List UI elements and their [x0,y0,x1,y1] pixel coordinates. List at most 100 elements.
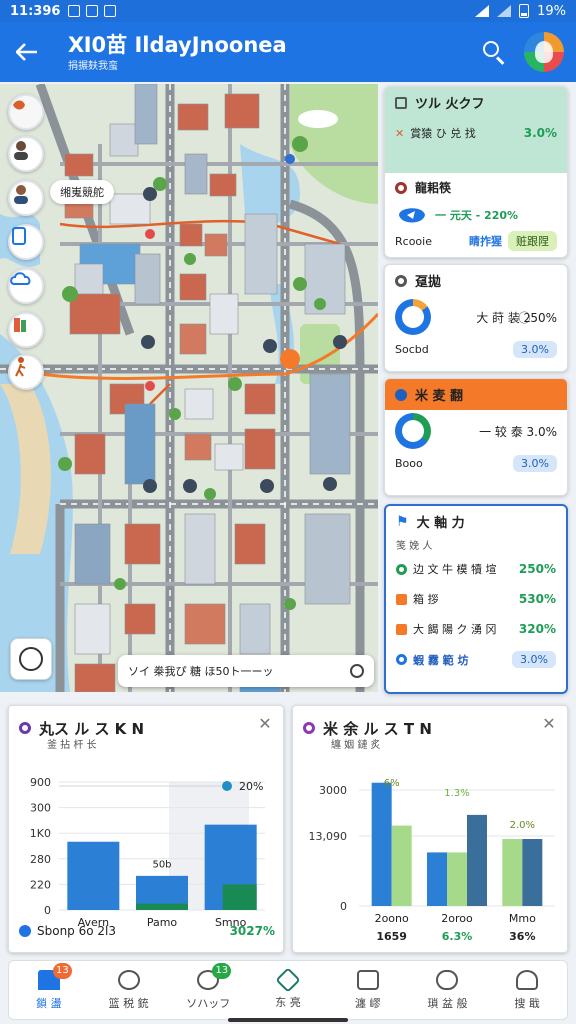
y-tick-label: 0 [340,900,347,913]
stat-card-2-foot-left: Socbd [395,343,429,356]
stat-card-1[interactable]: ツル 火クフ ✕ 賞猿 ひ 兑 找 3.0% 龍耜筷 一 元天 - 220% R… [384,86,568,258]
stat-card-1-title: ツル 火クフ [415,97,485,112]
stat-card-1-item-title: 龍耜筷 [415,181,452,195]
search-icon [483,41,499,57]
y-tick-label: 1K0 [30,827,51,840]
notification-icon [104,5,117,17]
category-value-label: 6.3% [442,930,473,943]
check-circle-icon [396,563,407,575]
circle-icon [396,654,407,665]
stat-card-4-pill[interactable]: 3.0% [512,651,556,668]
stat-card-1-pill[interactable]: 赃跟陧 [508,231,557,251]
cloud-icon [436,969,459,990]
wifi-signal-icon [497,5,512,17]
map-location-label[interactable]: 缃嵬競舵 [50,180,114,204]
city-map[interactable]: 缃嵬競舵 [0,84,378,692]
flag-icon: ⚑ [396,513,409,530]
nav-item-search[interactable]: 篮 税 銃 [89,961,169,1019]
bar [502,839,523,906]
cloud-icon [10,272,31,285]
user-avatar-button-2[interactable] [8,180,44,216]
navigation-icon [275,966,301,993]
nav-item-home[interactable]: 鎖 盪 13 [9,961,89,1019]
stat-card-1-item-row: 龍耜筷 [385,173,567,202]
nav-label: ソハッフ [186,996,231,1010]
stat-card-2-title: 趸拋 [415,275,442,290]
globe-icon [395,388,407,401]
category-value-label: 36% [509,930,535,943]
bar [67,841,120,910]
stat-card-3[interactable]: 米 麦 翻 一 较 泰 3.0% Booo 3.0% [384,378,568,496]
list-icon [395,96,407,109]
nav-item-profile[interactable]: 搜 戢 [487,961,567,1019]
map-search-bar[interactable]: ソイ 桊我ぴ 糖 ほ50ト一ーッ [118,655,374,687]
title-group: Ⅺ0苗 IldayJnoonea 捐搌麸我蛮 [68,33,287,72]
chart-card-right[interactable]: 米 余 ル ス T N 纏 姻 鏈 炙 ✕ 3000 13,090 0 2oono 16… [292,705,568,953]
stat-card-3-pill[interactable]: 3.0% [513,455,557,472]
profile-icon [516,969,539,990]
stat-card-2-pill[interactable]: 3.0% [513,341,557,358]
x-tick-label: Mmo [509,912,536,925]
map-layer-button[interactable] [8,94,44,130]
chart-card-left[interactable]: 丸ス ル ス K N 釜 拈 杆 长 ✕ 900 300 1K0 280 220 0 Ave… [8,705,284,953]
home-indicator [228,1018,348,1022]
map-search-text: ソイ 桊我ぴ 糖 ほ50ト一ーッ [128,665,274,678]
search-button[interactable] [480,38,508,66]
data-label: 1.3% [444,788,469,799]
bar [467,814,487,906]
nav-item-navigate[interactable]: 东 亮 [248,961,328,1019]
stat-card-4-row-2: 箱 拶 530% [386,588,566,610]
avatar[interactable] [524,32,564,72]
y-tick-label: 900 [30,776,51,789]
donut-chart-icon [395,299,431,335]
stat-card-1-title-row: ツル 火クフ [385,87,567,118]
nav-item-cloud[interactable]: 瑣 盆 般 [408,961,488,1019]
close-button[interactable]: ✕ [257,716,273,732]
bar-chart-left: 9003001K02802200Avern Pamo Smno50b20% [30,776,265,929]
bar [222,884,257,910]
bar [136,903,188,910]
stat-card-1-stat: 一 元天 - 220% [435,209,519,222]
stat-card-4-title-row: ⚑ 大 軸 力 [386,506,566,537]
page-subtitle: 捐搌麸我蛮 [68,60,118,72]
recenter-button[interactable] [10,638,52,680]
walk-tool-button[interactable] [8,354,44,390]
cloud-tool-button[interactable] [8,268,44,304]
stat-card-4-row-1: 边 文 牛 模 犢 塇 250% [386,558,566,580]
x-tick-label: 2oroo [441,912,473,925]
nav-item-document[interactable]: 瀍 嵺 [328,961,408,1019]
chart-left-legend-label: Sbonp 6o 2l3 [37,924,117,938]
stat-card-2[interactable]: 趸拋 大 莳 装 2⃝50% Socbd 3.0% [384,264,568,372]
drinks-tool-button[interactable] [8,312,44,348]
chart-left-legend: Sbonp 6o 2l3 3027% [19,924,275,938]
stat-card-1-foot-mid: 睛拃猩 [469,235,502,248]
stat-card-4-row-1-value: 250% [518,562,556,576]
nav-item-chat[interactable]: ソハッフ 13 [168,961,248,1019]
walking-person-icon [15,357,26,377]
square-icon [396,623,407,635]
stat-card-4[interactable]: ⚑ 大 軸 力 笺 娩 人 边 文 牛 模 犢 塇 250% 箱 拶 530% … [384,504,568,694]
document-tool-button[interactable] [8,224,44,260]
stat-card-1-foot-left: Rcooie [395,234,432,248]
back-button[interactable] [12,37,42,67]
notification-badge: 13 [212,963,232,979]
target-icon [395,181,407,194]
stat-card-4-row-3: 大 餲 陽 ク 湧 冈 320% [386,618,566,640]
stat-card-1-stat-row: 一 元天 - 220% [385,202,567,228]
status-right: 19% [475,4,566,19]
notification-badge: 13 [53,963,72,979]
stat-card-4-row-2-value: 530% [518,592,556,606]
chart-icon [19,722,31,734]
stat-card-2-stat: 大 莳 装 2⃝50% [476,310,557,325]
search-icon [117,969,140,990]
square-icon [396,593,407,605]
stat-card-1-footer: Rcooie 睛拃猩 赃跟陧 [385,228,567,254]
notification-icons [68,5,117,17]
donut-chart-icon [395,413,431,449]
drink-icon [14,318,26,332]
person-avatar-icon [14,185,28,204]
user-avatar-button-1[interactable] [8,136,44,172]
stat-card-4-row-3-value: 320% [518,622,556,636]
close-button[interactable]: ✕ [541,716,557,732]
data-label: 50b [152,859,171,870]
